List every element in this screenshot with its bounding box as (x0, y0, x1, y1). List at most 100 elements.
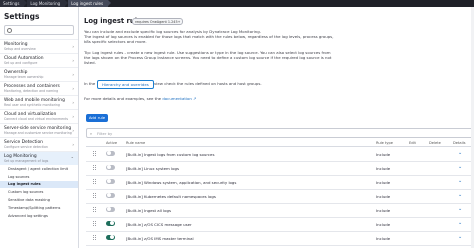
chevron-right-icon: › (72, 86, 74, 91)
drag-handle-icon[interactable] (93, 221, 97, 226)
active-toggle[interactable] (106, 220, 115, 226)
active-toggle[interactable] (106, 192, 115, 198)
sidebar-subitem-custom-log-sources[interactable]: Custom log sources (0, 188, 78, 196)
sidebar-item-server-side[interactable]: Server-side service monitoring Manage and… (0, 123, 78, 137)
filter-icon: ▿ (90, 131, 92, 136)
drag-handle-icon[interactable] (93, 179, 97, 184)
sidebar-subitem-agent-limit[interactable]: Dnstagent / agent collection limit (0, 165, 78, 173)
add-rule-button[interactable]: Add rule (86, 114, 108, 122)
column-header-details: Details (453, 140, 466, 145)
version-badge: requires OneAgent 1.245+ (132, 18, 184, 25)
sidebar-item-service-detection[interactable]: Service Detection Configure service detec… (0, 137, 78, 151)
sidebar-item-sub: Manage and customize service monitoring (4, 131, 72, 135)
sidebar-item-sub: Connect cloud and virtual environments (4, 117, 69, 121)
column-header-delete: Delete (429, 140, 441, 145)
sidebar-item-sub: Set up and configure (4, 61, 38, 65)
external-link-icon: ↗ (193, 96, 197, 101)
rule-name: [Built-in] Kubernetes default namespaces… (126, 193, 216, 199)
active-toggle[interactable] (106, 234, 115, 240)
breadcrumb-log-ingest-rules[interactable]: Log ingest rules (68, 0, 111, 7)
chevron-down-icon[interactable]: ⌄ (458, 234, 462, 240)
rule-type: Include (376, 179, 391, 185)
column-header-edit: Edit (409, 140, 416, 145)
chevron-down-icon[interactable]: ⌄ (458, 220, 462, 226)
chevron-right-icon: › (72, 72, 74, 77)
sidebar-item-sub: Set up management of logs (4, 159, 49, 163)
description-2: The ingest of log sources is enabled for… (84, 34, 334, 44)
drag-handle-icon[interactable] (93, 151, 97, 156)
settings-sidebar: Settings Monitoring Setup and overview › C… (0, 7, 79, 248)
sidebar-item-log-monitoring[interactable]: Log Monitoring Set up management of logs ⌃ (0, 151, 78, 165)
sidebar-title: Settings (4, 12, 40, 21)
table-row: [Built-in] Ingest logs from custom log s… (86, 147, 471, 162)
chevron-right-icon: › (72, 128, 74, 133)
sidebar-subitem-timestamp[interactable]: Timestamp/Splitting patterns (0, 204, 78, 212)
chevron-down-icon[interactable]: ⌄ (458, 178, 462, 184)
rule-name: [Built-in] Windows system, application, … (126, 179, 237, 185)
filter-input[interactable]: ▿ Filter by (86, 128, 473, 138)
rule-type: Include (376, 151, 391, 157)
rule-name: [Built-in] Ingest all logs (126, 207, 172, 213)
sidebar-subitem-log-ingest-rules[interactable]: Log ingest rules (0, 180, 78, 189)
rule-name: [Built-in] Ingest logs from custom log s… (126, 151, 215, 157)
breadcrumb-settings[interactable]: Settings (0, 0, 28, 7)
chevron-down-icon[interactable]: ⌄ (458, 150, 462, 156)
table-row: [Built-in] z/OS IMS master terminal Inclu… (86, 231, 471, 246)
chevron-down-icon[interactable]: ⌄ (458, 206, 462, 212)
sidebar-search-input[interactable] (4, 25, 74, 35)
sidebar-subitem-sensitive-data[interactable]: Sensitive data masking (0, 196, 78, 204)
sidebar-item-sub: Manage team ownership (4, 75, 44, 79)
active-toggle[interactable] (106, 150, 115, 156)
rule-type: Include (376, 221, 391, 227)
table-row: [Built-in] Windows system, application, … (86, 175, 471, 190)
hierarchy-overrides-button[interactable]: Hierarchy and overrides (97, 80, 154, 89)
rule-type: Include (376, 235, 391, 241)
sidebar-item-sub: Monitoring, detection and naming (4, 89, 59, 93)
drag-handle-icon[interactable] (93, 193, 97, 198)
filter-placeholder: Filter by (97, 130, 113, 136)
table-row: [Built-in] z/OS CICS message user Include… (86, 217, 471, 232)
search-icon (7, 27, 12, 33)
sidebar-item-ownership[interactable]: Ownership Manage team ownership › (0, 67, 78, 81)
table-row: [Built-in] Kubernetes default namespaces… (86, 189, 471, 204)
chevron-right-icon: › (72, 100, 74, 105)
chevron-right-icon: › (72, 142, 74, 147)
table-row: [Built-in] Linux system logs Include ⌄ (86, 161, 471, 176)
table-header: Active Rule name Rule type Edit Delete D… (86, 140, 471, 147)
rule-type: Include (376, 193, 391, 199)
chevron-right-icon: › (72, 44, 74, 49)
more-details-text: For more details and examples, see the d… (84, 96, 334, 101)
rule-name: [Built-in] z/OS CICS message user (126, 221, 192, 227)
column-header-rule-name: Rule name (126, 140, 146, 145)
sidebar-item-web-mobile[interactable]: Web and mobile monitoring Real user and s… (0, 95, 78, 109)
column-header-active: Active (106, 140, 118, 145)
active-toggle[interactable] (106, 178, 115, 184)
chevron-up-icon: ⌃ (70, 156, 74, 161)
rule-type: Include (376, 165, 391, 171)
active-toggle[interactable] (106, 206, 115, 212)
sidebar-item-cloud-automation[interactable]: Cloud Automation Set up and configure › (0, 53, 78, 67)
documentation-link[interactable]: documentation (162, 96, 191, 101)
drag-handle-icon[interactable] (93, 165, 97, 170)
column-header-rule-type: Rule type (376, 140, 393, 145)
sidebar-item-sub: Setup and overview (4, 47, 36, 51)
chevron-down-icon[interactable]: ⌄ (458, 164, 462, 170)
more-details-prefix: For more details and examples, see the (84, 96, 162, 101)
sidebar-subitem-advanced[interactable]: Advanced log settings (0, 212, 78, 220)
rule-name: [Built-in] Linux system logs (126, 165, 180, 171)
breadcrumb-log-monitoring[interactable]: Log Monitoring (27, 0, 69, 7)
chevron-down-icon[interactable]: ⌄ (458, 192, 462, 198)
active-toggle[interactable] (106, 164, 115, 170)
sidebar-subitem-log-sources[interactable]: Log sources (0, 173, 78, 181)
sidebar-item-monitoring[interactable]: Monitoring Setup and overview › (0, 39, 78, 53)
sidebar-item-processes[interactable]: Processes and containers Monitoring, dete… (0, 81, 78, 95)
sidebar-item-cloud-virtualization[interactable]: Cloud and virtualization Connect cloud an… (0, 109, 78, 123)
breadcrumb: Settings Log Monitoring Log ingest rules (0, 0, 474, 7)
table-row: [Built-in] Ingest all logs Include ⌄ (86, 203, 471, 218)
drag-handle-icon[interactable] (93, 235, 97, 240)
main-content: Log ingest rules requires OneAgent 1.245… (84, 7, 474, 248)
rule-type: Include (376, 207, 391, 213)
drag-handle-icon[interactable] (93, 207, 97, 212)
sidebar-item-sub: Real user and synthetic monitoring (4, 103, 60, 107)
chevron-right-icon: › (72, 58, 74, 63)
